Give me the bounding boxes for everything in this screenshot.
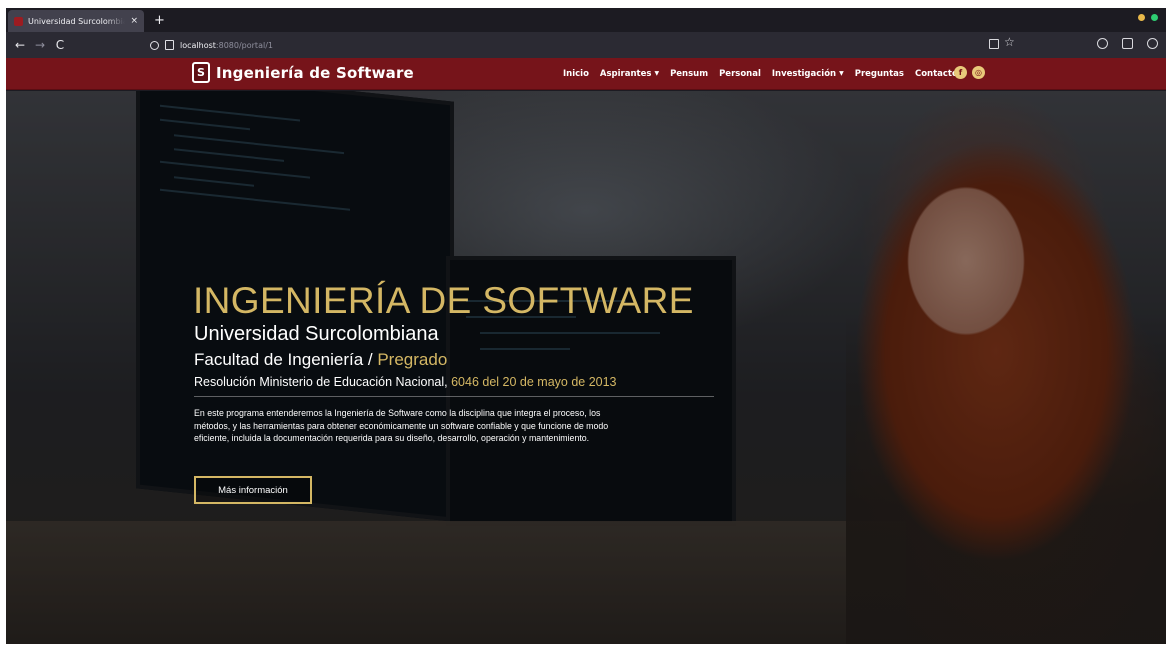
hero-section: INGENIERÍA DE SOFTWARE Universidad Surco…: [6, 91, 1166, 644]
social-links: f ◎: [954, 66, 985, 79]
url-host: localhost: [180, 40, 216, 50]
hero-divider: [194, 396, 714, 397]
nav-item-personal[interactable]: Personal: [719, 69, 761, 79]
nav-item-preguntas[interactable]: Preguntas: [855, 69, 904, 79]
instagram-icon[interactable]: ◎: [972, 66, 985, 79]
reader-view-icon[interactable]: [989, 39, 999, 49]
browser-toolbar: ← → C localhost :8080/portal/1 ☆: [6, 32, 1166, 58]
hero-faculty: Facultad de Ingeniería / Pregrado: [194, 350, 447, 370]
brand[interactable]: S Ingeniería de Software: [192, 62, 414, 83]
pocket-icon[interactable]: [1097, 38, 1108, 49]
bookmark-star-icon[interactable]: ☆: [1004, 35, 1015, 49]
maximize-dot-icon[interactable]: [1151, 14, 1158, 21]
minimize-dot-icon[interactable]: [1138, 14, 1145, 21]
site-navbar: S Ingeniería de Software Inicio Aspirante…: [6, 58, 1166, 90]
extensions-icon[interactable]: [1122, 38, 1133, 49]
forward-button[interactable]: →: [30, 38, 50, 52]
browser-tab[interactable]: Universidad Surcolombiana ×: [8, 10, 144, 32]
hero-resolution-ref: 6046 del 20 de mayo de 2013: [451, 375, 617, 389]
browser-window: Universidad Surcolombiana × + ← → C loca…: [6, 8, 1166, 644]
nav-item-contacto[interactable]: Contacto: [915, 69, 958, 79]
hero-resolution-text: Resolución Ministerio de Educación Nacio…: [194, 375, 452, 389]
back-button[interactable]: ←: [10, 38, 30, 52]
url-path: :8080/portal/1: [215, 40, 273, 50]
nav-item-label: Inicio: [563, 69, 589, 79]
nav-item-inicio[interactable]: Inicio: [563, 69, 589, 79]
window-controls: [1138, 14, 1158, 21]
hero-overlay: [6, 91, 1166, 644]
nav-item-label: Contacto: [914, 69, 958, 79]
facebook-icon[interactable]: f: [954, 66, 967, 79]
account-icon[interactable]: [1147, 38, 1158, 49]
toolbar-extensions: [1097, 38, 1158, 49]
hero-description: En este programa entenderemos la Ingenie…: [194, 408, 609, 443]
page-info-icon[interactable]: [165, 40, 174, 50]
nav-item-label: Aspirantes: [599, 69, 652, 79]
nav-item-aspirantes[interactable]: Aspirantes ▼: [600, 69, 659, 79]
hero-resolution: Resolución Ministerio de Educación Nacio…: [194, 375, 617, 389]
reload-button[interactable]: C: [50, 38, 70, 52]
tab-strip: Universidad Surcolombiana × +: [6, 8, 1166, 32]
more-info-button[interactable]: Más información: [194, 476, 312, 504]
address-bar[interactable]: localhost :8080/portal/1: [146, 35, 1012, 55]
tracking-shield-icon[interactable]: [150, 40, 159, 50]
hero-faculty-level: Pregrado: [377, 350, 448, 369]
close-tab-icon[interactable]: ×: [130, 16, 138, 26]
hero-title: INGENIERÍA DE SOFTWARE: [193, 280, 694, 321]
hero-faculty-name: Facultad de Ingeniería /: [194, 350, 378, 369]
tab-title: Universidad Surcolombiana: [28, 16, 126, 26]
main-menu: Inicio Aspirantes ▼ Pensum Personal Investiga…: [563, 69, 958, 79]
nav-item-label: Pensum: [670, 69, 709, 79]
favicon-icon: [14, 16, 23, 26]
hero-university: Universidad Surcolombiana: [194, 323, 439, 345]
nav-item-pensum[interactable]: Pensum: [670, 69, 708, 79]
nav-item-label: Preguntas: [854, 69, 904, 79]
nav-item-label: Personal: [719, 69, 761, 79]
brand-name: Ingeniería de Software: [216, 63, 414, 82]
nav-item-investigacion[interactable]: Investigación ▼: [772, 69, 844, 79]
caret-down-icon: ▼: [654, 70, 660, 77]
nav-item-label: Investigación: [771, 69, 837, 79]
university-logo-icon: S: [192, 62, 210, 83]
caret-down-icon: ▼: [839, 70, 844, 77]
new-tab-button[interactable]: +: [154, 10, 165, 32]
